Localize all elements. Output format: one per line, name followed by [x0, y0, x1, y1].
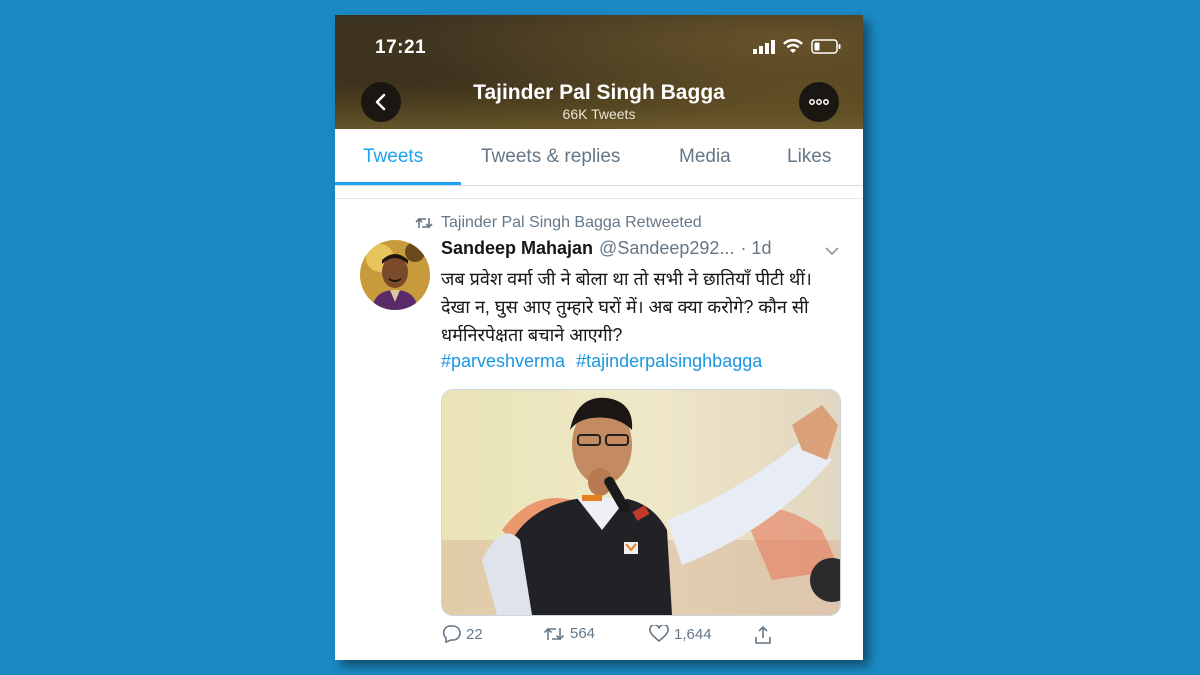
tab-tweets[interactable]: Tweets: [363, 146, 423, 168]
author-name[interactable]: Sandeep Mahajan: [441, 238, 593, 259]
signal-icon: [753, 39, 775, 54]
profile-name: Tajinder Pal Singh Bagga: [473, 81, 725, 104]
more-options-button[interactable]: [799, 82, 839, 122]
like-count: 1,644: [674, 625, 712, 643]
like-button[interactable]: 1,644: [649, 625, 712, 643]
profile-header: 17:21 Tajinder Pal Singh Bagga 66K Tweet…: [335, 15, 863, 129]
tab-likes[interactable]: Likes: [787, 146, 831, 168]
retweet-count: 564: [570, 625, 596, 642]
avatar[interactable]: [360, 240, 430, 310]
phone-screenshot: 17:21 Tajinder Pal Singh Bagga 66K Tweet…: [335, 15, 863, 660]
profile-tabs: Tweets Tweets & replies Media Likes: [335, 129, 863, 186]
tweet-count: 66K Tweets: [562, 106, 636, 122]
chevron-down-icon: [825, 247, 839, 256]
status-time: 17:21: [375, 37, 427, 58]
battery-icon: [811, 39, 841, 54]
media-photo: [442, 390, 840, 615]
hashtag-link[interactable]: #parveshverma: [441, 351, 565, 371]
share-button[interactable]: [753, 625, 773, 645]
retweet-icon: [415, 217, 433, 229]
tab-media[interactable]: Media: [679, 146, 731, 168]
tweet-menu-button[interactable]: [825, 243, 839, 261]
tweet-media-image[interactable]: [441, 389, 841, 616]
wifi-icon: [783, 39, 803, 53]
tweet-actions: 22 564 1,644: [441, 625, 841, 649]
hashtag-link[interactable]: #tajinderpalsinghbagga: [576, 351, 762, 371]
tweet-header: Sandeep Mahajan @Sandeep292... · 1d: [441, 238, 841, 259]
more-icon: [809, 99, 829, 105]
retweet-label: Tajinder Pal Singh Bagga Retweeted: [441, 214, 702, 231]
status-icons: [753, 39, 841, 54]
tab-tweets-and-replies[interactable]: Tweets & replies: [481, 146, 620, 168]
retweet-button[interactable]: 564: [543, 625, 595, 642]
tabs-divider: [335, 198, 863, 199]
retweet-icon: [543, 627, 565, 640]
reply-count: 22: [466, 625, 483, 643]
avatar-image: [360, 240, 430, 310]
retweet-indicator: Tajinder Pal Singh Bagga Retweeted: [415, 214, 702, 232]
tweet-text: जब प्रवेश वर्मा जी ने बोला था तो सभी ने …: [441, 269, 812, 345]
author-handle[interactable]: @Sandeep292...: [599, 238, 734, 259]
hashtags: #parveshverma #tajinderpalsinghbagga: [441, 351, 762, 372]
reply-icon: [442, 625, 461, 643]
tweet-time[interactable]: · 1d: [740, 238, 771, 259]
active-tab-indicator: [335, 182, 461, 185]
heart-icon: [649, 625, 669, 643]
share-icon: [755, 625, 771, 644]
reply-button[interactable]: 22: [441, 625, 483, 643]
